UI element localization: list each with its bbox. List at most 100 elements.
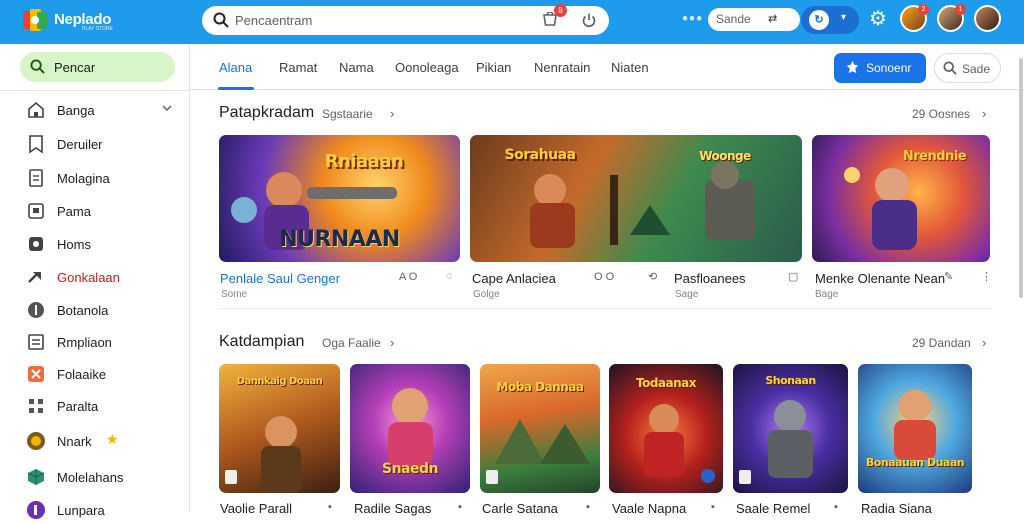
sidebar-item-label: Folaaike (57, 367, 107, 382)
game-card-subtitle: Sage (675, 289, 699, 300)
bookmark-icon[interactable]: ▪ (711, 501, 715, 513)
sidebar-item-nnark[interactable]: Nnark ★ (0, 427, 190, 455)
game-card-title[interactable]: Penlale Saul Genger (220, 271, 340, 286)
gear-icon[interactable]: ⚙ (869, 9, 887, 29)
sidebar-item-label: Banga (57, 103, 95, 118)
sidebar-item-paralta[interactable]: Paralta (0, 392, 190, 420)
avatar[interactable]: 1 (937, 4, 966, 32)
game-tile-image[interactable]: Dannkaig Doaan (219, 364, 340, 493)
game-art-title: Sorahuaa (504, 147, 576, 163)
sidebar-item-lunpara[interactable]: Lunpara (0, 496, 190, 524)
section-count[interactable]: 29 Oosnes (912, 107, 970, 121)
flag-icon (28, 203, 44, 219)
game-tile-image[interactable]: Snaedn (350, 364, 470, 493)
avatar[interactable] (974, 5, 1001, 32)
chevron-right-icon[interactable]: › (390, 106, 394, 121)
active-tab-indicator (218, 87, 254, 90)
game-art-title: Nrendnie (902, 149, 967, 164)
sidebar-item-label: Nnark (57, 434, 92, 449)
pill-arrows-icon: ⇄ (768, 13, 778, 25)
game-art-title: Snaedn (382, 461, 438, 477)
app-logo-icon[interactable] (20, 6, 50, 34)
refresh-toggle[interactable]: ↻ ▾ (801, 6, 859, 34)
tab-ramat[interactable]: Ramat (279, 60, 317, 75)
medal-icon (27, 432, 45, 450)
chevron-right-icon[interactable]: › (982, 106, 986, 121)
search-icon (213, 12, 229, 28)
game-tile-image[interactable]: Todaanax (609, 364, 723, 493)
game-tile-title[interactable]: Radile Sagas (354, 501, 431, 516)
chat-icon[interactable]: ◌ (446, 270, 453, 282)
game-card-title[interactable]: Pasfloanees (674, 271, 746, 286)
sidebar-item-pama[interactable]: Pama (0, 197, 190, 225)
game-card-title[interactable]: Cape Anlaciea (472, 271, 556, 286)
secondary-search-button[interactable]: Sade (934, 53, 1001, 83)
hero-illustration (894, 390, 936, 460)
scrollbar[interactable] (1019, 58, 1023, 298)
game-tile-image[interactable]: Bonaauan Duaan (858, 364, 972, 493)
game-tile-title[interactable]: Radia Siana (861, 501, 932, 516)
game-tile-image[interactable]: Moba Dannaa (480, 364, 600, 493)
game-tile-title[interactable]: Carle Satana (482, 501, 558, 516)
power-icon[interactable] (581, 12, 597, 28)
tab-pikian[interactable]: Pikian (476, 60, 511, 75)
sidebar-item-molagina[interactable]: Molagina (0, 164, 190, 192)
chevron-right-icon[interactable]: › (390, 335, 394, 350)
star-icon: ★ (106, 431, 119, 447)
primary-action-button[interactable]: Sonoenr (834, 53, 926, 83)
dots-icon[interactable]: ●●● (682, 13, 703, 24)
section-subtitle[interactable]: Sgstaarie (322, 107, 373, 121)
sidebar-item-label: Homs (57, 237, 91, 252)
home-icon (28, 101, 44, 118)
sidebar-item-deruiler[interactable]: Deruiler (0, 130, 190, 158)
account-pill[interactable]: Sande ⇄ (708, 8, 800, 31)
sidebar-item-folaaike[interactable]: Folaaike (0, 360, 190, 388)
section-subtitle[interactable]: Oga Faalie (322, 336, 381, 350)
bookmark-icon[interactable]: ▪ (834, 501, 838, 513)
tab-niaten[interactable]: Niaten (611, 60, 649, 75)
game-card-image[interactable]: Nrendnie (812, 135, 990, 262)
sidebar-item-label: Rmpliaon (57, 335, 112, 350)
controller-icon[interactable]: ✎ (944, 270, 953, 283)
game-art-title: Rniaaan (324, 151, 404, 172)
sidebar-item-label: Lunpara (57, 503, 105, 518)
game-tile-title[interactable]: Vaale Napna (612, 501, 686, 516)
section-title: Katdampian (219, 333, 305, 350)
search-bar[interactable]: Pencaentram 8 (202, 4, 609, 35)
notification-badge: 2 (918, 4, 929, 15)
chevron-right-icon[interactable]: › (982, 335, 986, 350)
avatar[interactable]: 2 (900, 4, 929, 32)
bookmark-icon[interactable]: ▪ (458, 501, 462, 513)
game-card-meta: O O (594, 271, 615, 283)
tab-alana[interactable]: Alana (219, 60, 252, 75)
game-card-title[interactable]: Menke Olenante Nean (815, 271, 945, 286)
sidebar-item-botanola[interactable]: Botanola (0, 296, 190, 324)
share-icon[interactable]: ⟲ (648, 270, 657, 283)
bookmark-icon[interactable]: ▢ (788, 270, 798, 283)
game-card-image[interactable]: Sorahuaa Woonge (470, 135, 802, 262)
sidebar-item-homs[interactable]: Homs (0, 230, 190, 258)
section-count[interactable]: 29 Dandan (912, 336, 971, 350)
sidebar-search[interactable]: Pencar (20, 52, 175, 82)
sidebar-item-molelahans[interactable]: Molelahans (0, 463, 190, 491)
sidebar-item-rmpliaon[interactable]: Rmpliaon (0, 328, 190, 356)
game-tile-image[interactable]: Shonaan (733, 364, 848, 493)
chevron-down-icon[interactable] (160, 101, 174, 115)
game-tile-title[interactable]: Saale Remel (736, 501, 810, 516)
sidebar-item-banga[interactable]: Banga (0, 96, 190, 124)
tab-oonoleaga[interactable]: Oonoleaga (395, 60, 459, 75)
divider (0, 90, 190, 91)
bookmark-icon[interactable]: ▪ (586, 501, 590, 513)
game-tile-title[interactable]: Vaolie Parall (220, 501, 292, 516)
bookmark-icon[interactable]: ▪ (328, 501, 332, 513)
more-vert-icon[interactable]: ⋮ (981, 270, 992, 283)
game-card-image[interactable]: Rniaaan NURNAAN (219, 135, 460, 262)
sidebar-item-gonkalaan[interactable]: Gonkalaan (0, 263, 190, 291)
tab-nenratain[interactable]: Nenratain (534, 60, 590, 75)
tab-nama[interactable]: Nama (339, 60, 374, 75)
chevron-down-icon: ▾ (841, 12, 847, 23)
game-card-subtitle: Bage (815, 289, 839, 300)
gamepad-icon (846, 60, 859, 74)
game-card-subtitle: Some (221, 289, 248, 300)
bookmark-icon (29, 135, 43, 154)
